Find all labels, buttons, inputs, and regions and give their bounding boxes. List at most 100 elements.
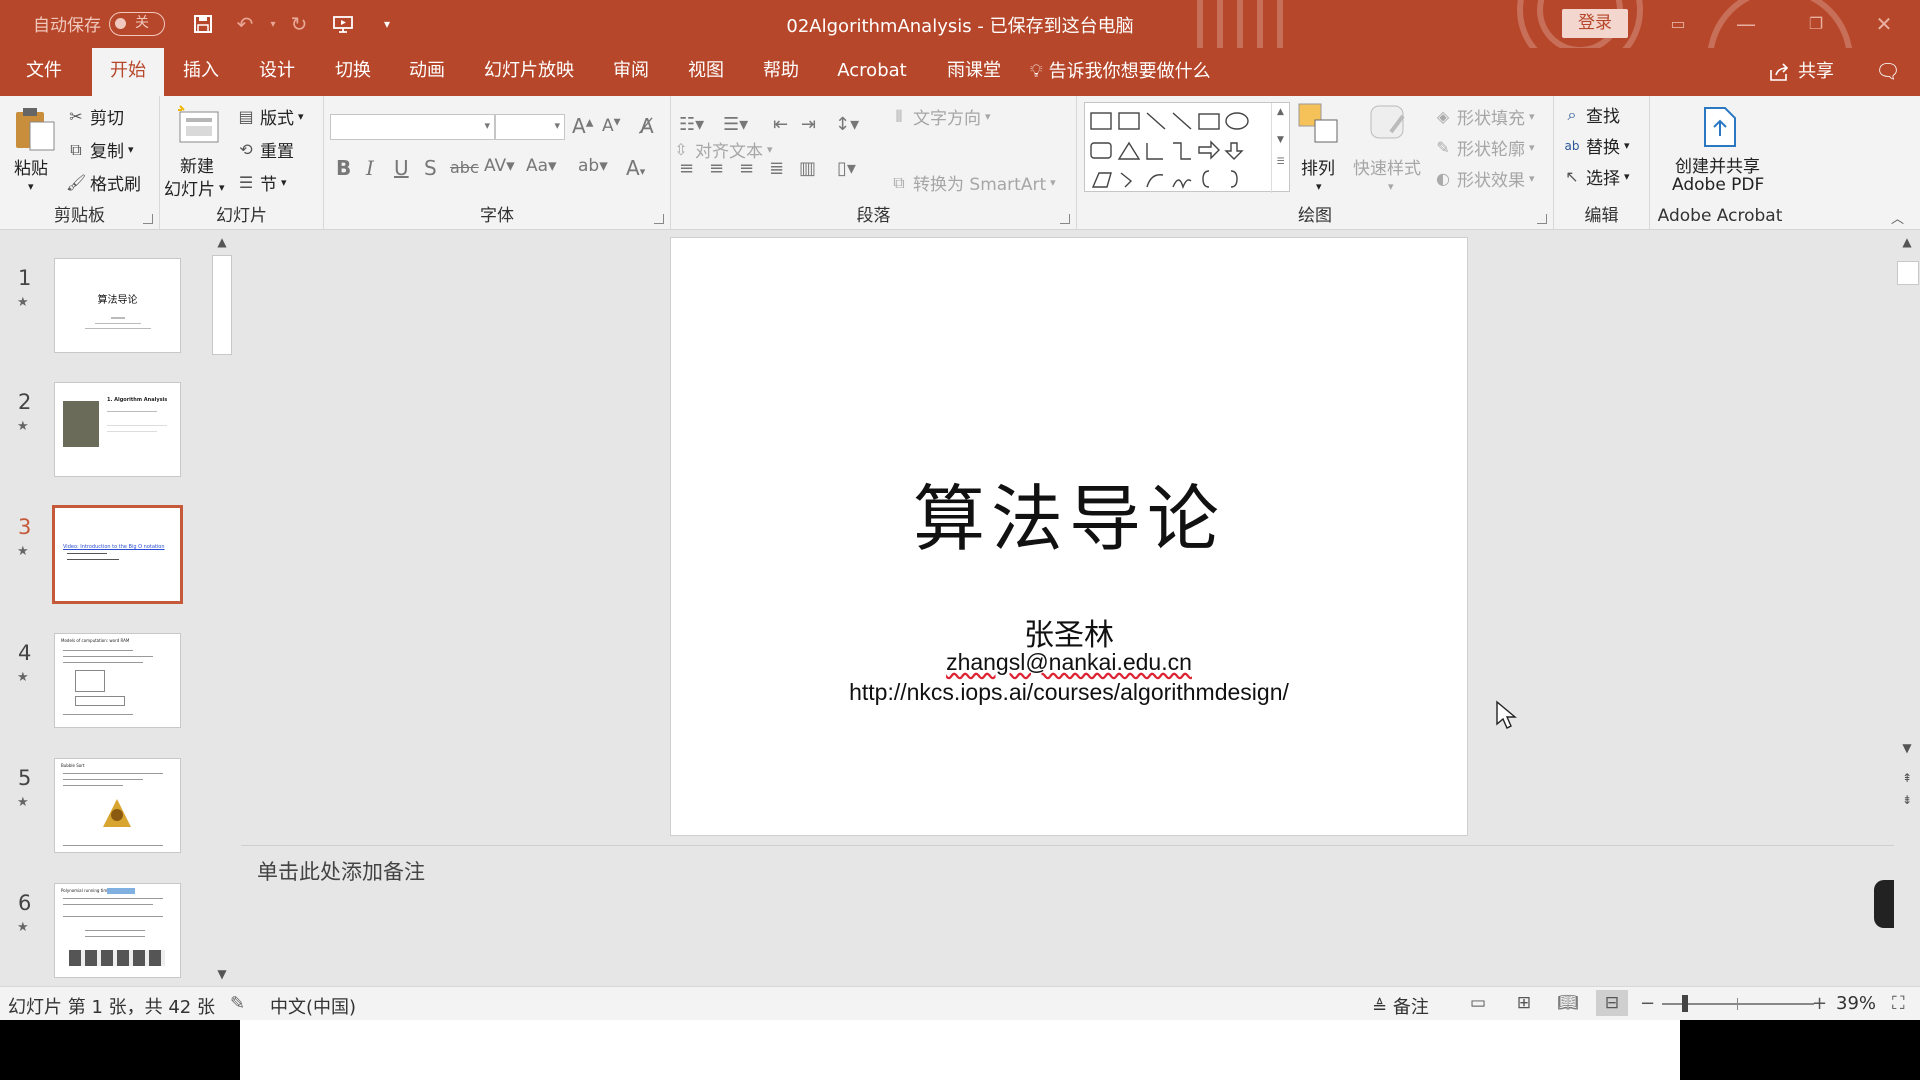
paste-dropdown-icon[interactable]: ▾ (28, 180, 34, 193)
scroll-down-icon[interactable]: ▼ (1897, 741, 1917, 755)
justify-icon[interactable]: ≣ (769, 158, 784, 179)
ribbon-display-icon[interactable]: ▭ (1658, 8, 1698, 40)
notes-placeholder[interactable]: 单击此处添加备注 (257, 856, 425, 886)
tab-rain-classroom[interactable]: 雨课堂 (936, 48, 1012, 96)
save-icon[interactable] (188, 10, 218, 38)
tab-slideshow[interactable]: 幻灯片放映 (474, 48, 584, 96)
scroll-up-icon[interactable]: ▲ (1897, 235, 1917, 249)
cut-button[interactable]: ✂ 剪切 (66, 104, 124, 130)
slide-canvas[interactable]: 算法导论 张圣林 zhangsl@nankai.edu.cn http://nk… (670, 237, 1468, 836)
tab-review[interactable]: 审阅 (600, 48, 662, 96)
fit-slide-icon[interactable]: ⛶ (1892, 993, 1905, 1014)
thumbnail-slide-5[interactable]: 5 ★ Bubble Sort (0, 758, 210, 868)
tab-file[interactable]: 文件 (14, 48, 74, 96)
undo-icon[interactable]: ↶ (230, 10, 260, 38)
new-slide-icon[interactable] (176, 104, 220, 150)
zoom-out-icon[interactable]: − (1640, 993, 1655, 1014)
bold-icon[interactable]: B (336, 156, 351, 180)
thumbnails-scrollbar[interactable]: ▲ ▼ (210, 231, 234, 986)
drawing-launcher-icon[interactable] (1537, 214, 1547, 224)
slide-scroll-thumb[interactable] (1897, 261, 1919, 285)
quick-styles-button[interactable]: 快速样式 (1353, 154, 1421, 179)
distributed-icon[interactable]: ▥ (799, 158, 816, 179)
align-right-icon[interactable]: ≡ (739, 158, 754, 179)
thumbnail-slide-6[interactable]: 6 ★ Polynomial running time (0, 883, 210, 993)
previous-slide-icon[interactable]: ⇞ (1897, 771, 1917, 785)
redo-icon[interactable]: ↻ (284, 10, 314, 38)
reset-button[interactable]: ⟲ 重置 (236, 137, 294, 163)
create-pdf-label-2[interactable]: Adobe PDF (1672, 175, 1764, 195)
share-button[interactable]: 共享 (1768, 48, 1834, 96)
slide-scrollbar[interactable]: ▲ ▼ ⇞ ⇟ (1894, 231, 1920, 845)
create-pdf-label-1[interactable]: 创建并共享 (1675, 152, 1760, 177)
increase-font-icon[interactable]: A▲ (572, 114, 593, 138)
slide-author[interactable]: 张圣林 (671, 610, 1467, 654)
paste-icon[interactable] (14, 106, 56, 156)
shadow-icon[interactable]: S (424, 156, 437, 180)
tell-me-search[interactable]: 💡︎ 告诉我你想要做什么 (1030, 48, 1230, 96)
arrange-icon[interactable] (1297, 102, 1341, 150)
smartart-button[interactable]: ⧉ 转换为 SmartArt ▾ (889, 170, 1055, 196)
select-button[interactable]: ↖ 选择 ▾ (1562, 164, 1629, 190)
tab-design[interactable]: 设计 (246, 48, 308, 96)
font-size-input[interactable]: ▾ (495, 114, 565, 140)
shapes-gallery-scroll[interactable]: ▲ ▼ ☰ (1271, 103, 1289, 193)
highlight-icon[interactable]: ab▾ (578, 156, 608, 176)
new-slide-button[interactable]: 幻灯片 ▾ (164, 175, 225, 200)
underline-icon[interactable]: U (394, 156, 409, 180)
tab-transitions[interactable]: 切换 (322, 48, 384, 96)
copy-button[interactable]: ⧉ 复制 ▾ (66, 137, 133, 163)
scroll-up-icon[interactable]: ▲ (212, 235, 232, 249)
columns-icon[interactable]: ▯▾ (837, 158, 856, 179)
next-slide-icon[interactable]: ⇟ (1897, 793, 1917, 807)
bullets-icon[interactable]: ☷▾ (679, 114, 704, 135)
zoom-in-icon[interactable]: + (1812, 993, 1827, 1014)
new-slide-label-1[interactable]: 新建 (180, 152, 214, 177)
layout-button[interactable]: ▤ 版式 ▾ (236, 104, 303, 130)
create-pdf-icon[interactable] (1701, 106, 1739, 152)
autosave-toggle[interactable]: 自动保存 关 (33, 11, 165, 36)
side-handle[interactable] (1874, 880, 1894, 928)
replace-button[interactable]: ab 替换 ▾ (1562, 133, 1630, 158)
scroll-down-icon[interactable]: ▼ (212, 967, 232, 981)
quick-styles-dropdown-icon[interactable]: ▾ (1388, 180, 1394, 193)
shape-fill-button[interactable]: ◈ 形状填充 ▾ (1433, 104, 1535, 130)
comments-icon[interactable]: 🗨︎ (1870, 48, 1906, 96)
language-indicator[interactable]: 中文(中国) (270, 993, 356, 1019)
zoom-slider-thumb[interactable] (1682, 995, 1688, 1012)
tab-home[interactable]: 开始 (92, 48, 164, 96)
tab-insert[interactable]: 插入 (170, 48, 232, 96)
shape-outline-button[interactable]: ✎ 形状轮廓 ▾ (1433, 135, 1534, 161)
strikethrough-icon[interactable]: abc (450, 158, 479, 177)
spell-check-icon[interactable]: ✎ (230, 993, 245, 1014)
thumbnail-slide-4[interactable]: 4 ★ Models of computation: word RAM (0, 633, 210, 743)
shapes-gallery[interactable]: ▲ ▼ ☰ (1084, 102, 1290, 193)
close-icon[interactable]: ✕ (1864, 8, 1904, 40)
tab-help[interactable]: 帮助 (750, 48, 812, 96)
slide-url[interactable]: http://nkcs.iops.ai/courses/algorithmdes… (671, 679, 1467, 706)
tab-acrobat[interactable]: Acrobat (828, 48, 916, 96)
italic-icon[interactable]: I (366, 156, 374, 180)
login-button[interactable]: 登录 (1562, 9, 1628, 38)
collapse-ribbon-icon[interactable]: ︿ (1891, 208, 1904, 227)
zoom-level[interactable]: 39% (1836, 993, 1876, 1014)
paragraph-launcher-icon[interactable] (1060, 214, 1070, 224)
autosave-switch[interactable]: 关 (109, 11, 165, 36)
reading-view-icon[interactable]: 📖︎ (1552, 990, 1584, 1016)
slideshow-view-icon[interactable]: ⊟ (1596, 990, 1628, 1016)
present-icon[interactable] (328, 10, 358, 38)
thumbnail-slide-3[interactable]: 3 ★ Video: Introduction to the Big O not… (0, 505, 210, 617)
numbering-icon[interactable]: ☰▾ (723, 114, 748, 135)
increase-indent-icon[interactable]: ⇥ (801, 114, 816, 135)
shape-effects-button[interactable]: ◐ 形状效果 ▾ (1433, 166, 1535, 192)
arrange-dropdown-icon[interactable]: ▾ (1316, 180, 1322, 193)
slide-email[interactable]: zhangsl@nankai.edu.cn (671, 649, 1467, 676)
normal-view-icon[interactable]: ▭ (1462, 990, 1494, 1016)
slide-sorter-icon[interactable]: ⊞ (1508, 990, 1540, 1016)
change-case-button[interactable]: Aa▾ (526, 156, 557, 176)
format-painter-button[interactable]: 🖌︎ 格式刷 (66, 170, 141, 196)
font-launcher-icon[interactable] (654, 214, 664, 224)
section-button[interactable]: ☰ 节 ▾ (236, 170, 287, 196)
spacing-icon[interactable]: AV▾ (484, 156, 515, 176)
text-direction-button[interactable]: ⫴ 文字方向 ▾ (889, 104, 991, 130)
